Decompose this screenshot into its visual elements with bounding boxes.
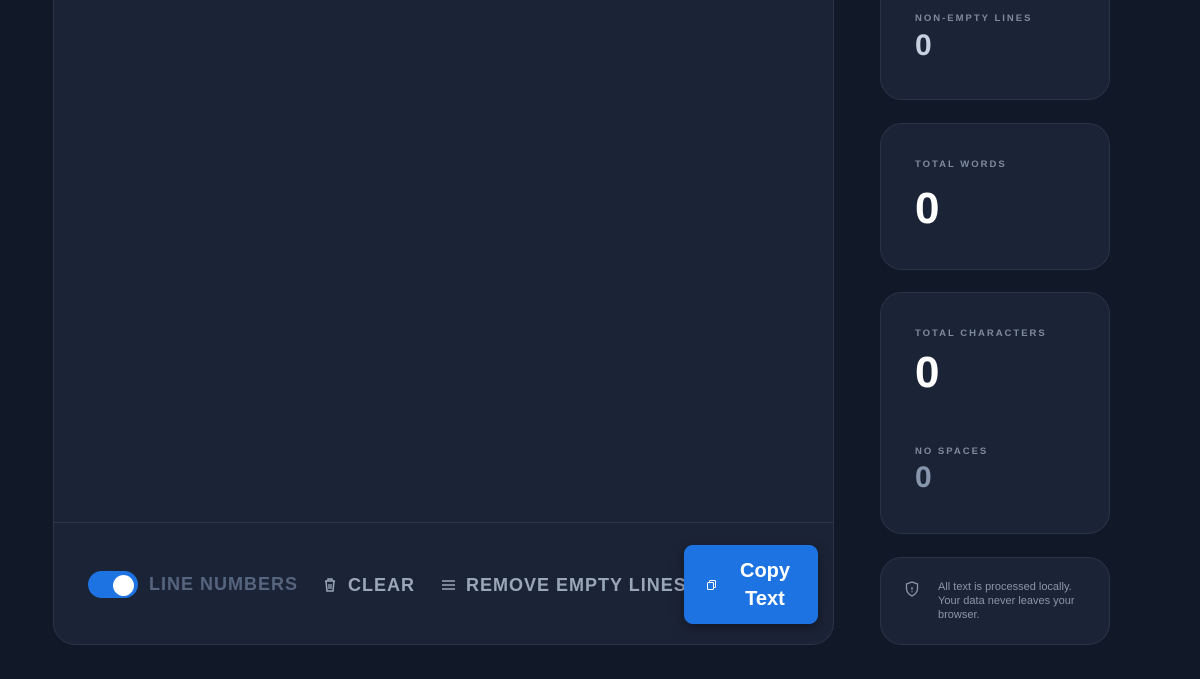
total-characters-card: TOTAL CHARACTERS 0 NO SPACES 0 — [880, 292, 1110, 534]
toggle-knob — [113, 574, 134, 596]
privacy-text: All text is processed locally. Your data… — [938, 581, 1075, 621]
shield-icon — [905, 581, 919, 597]
trash-icon — [321, 576, 339, 594]
non-empty-lines-label: NON-EMPTY LINES — [915, 13, 1033, 24]
copy-text-label: Copy Text — [740, 559, 790, 610]
non-empty-lines-card: NON-EMPTY LINES 0 — [880, 0, 1110, 100]
total-characters-label: TOTAL CHARACTERS — [915, 328, 1047, 339]
total-words-card: TOTAL WORDS 0 — [880, 123, 1110, 270]
copy-icon — [707, 579, 717, 590]
total-characters-value: 0 — [915, 348, 940, 397]
remove-empty-lines-button[interactable]: REMOVE EMPTY LINES — [439, 574, 687, 596]
clear-button[interactable]: CLEAR — [321, 574, 415, 596]
no-spaces-label: NO SPACES — [915, 446, 989, 457]
remove-empty-lines-label: REMOVE EMPTY LINES — [466, 574, 687, 595]
copy-text-button[interactable]: Copy Text — [684, 545, 818, 624]
line-numbers-toggle[interactable] — [88, 571, 138, 598]
editor-toolbar: LINE NUMBERS CLEAR REMOVE EMPTY LINES Co… — [54, 522, 833, 644]
total-words-value: 0 — [915, 184, 940, 233]
line-numbers-label: LINE NUMBERS — [149, 574, 299, 594]
text-input-area[interactable] — [54, 0, 833, 522]
no-spaces-value: 0 — [915, 461, 932, 494]
clear-label: CLEAR — [348, 574, 415, 595]
editor-card: LINE NUMBERS CLEAR REMOVE EMPTY LINES Co… — [53, 0, 834, 645]
privacy-card: All text is processed locally. Your data… — [880, 557, 1110, 645]
non-empty-lines-value: 0 — [915, 29, 932, 62]
lines-icon — [439, 576, 457, 594]
total-words-label: TOTAL WORDS — [915, 159, 1007, 170]
